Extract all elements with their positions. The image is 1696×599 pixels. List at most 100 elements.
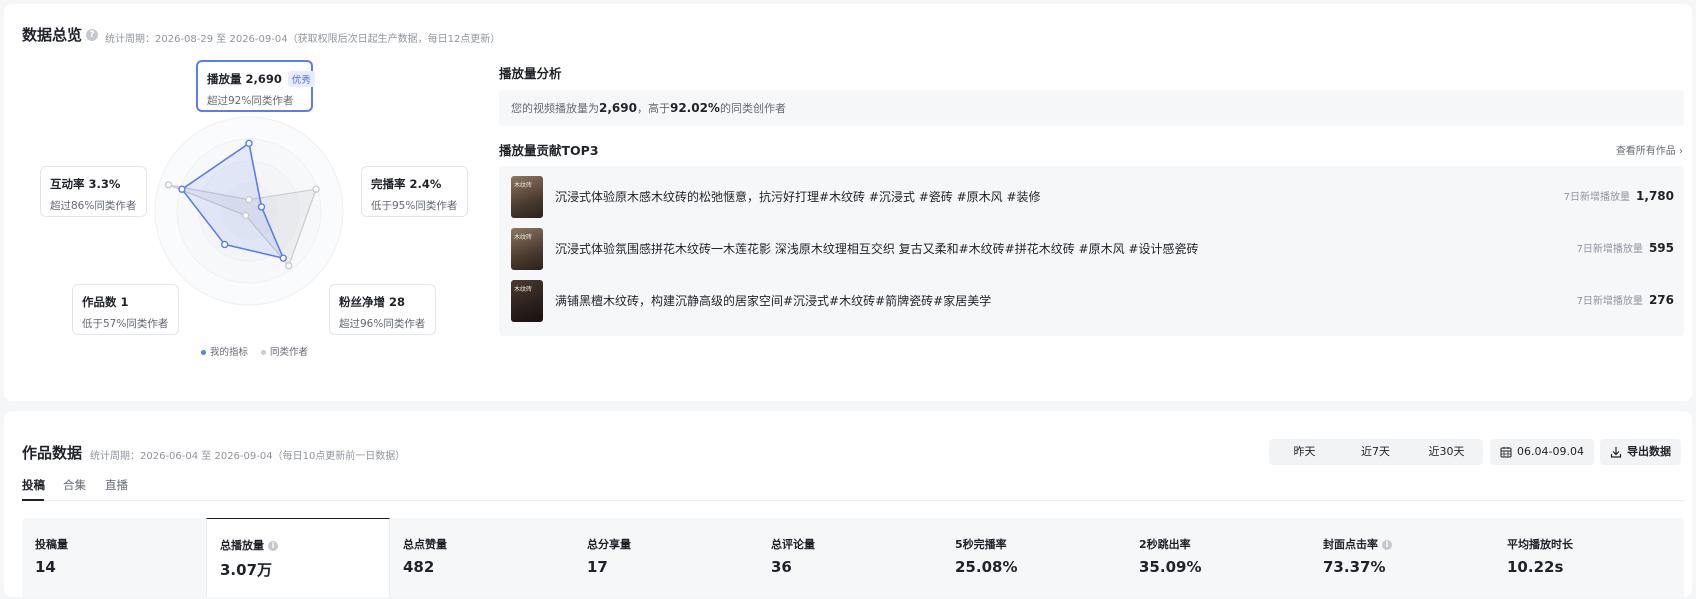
top3-list: 木纹砖 沉浸式体验原木感木纹砖的松弛惬意，抗污好打理#木纹砖 #沉浸式 #瓷砖 … <box>499 166 1684 336</box>
metric-5s-completion[interactable]: 5秒完播率 25.08% <box>942 518 1126 597</box>
metric-label: 平均播放时长 <box>1507 538 1573 551</box>
video-thumbnail: 木纹砖 <box>511 280 543 322</box>
analysis-summary: 您的视频播放量为2,690，高于92.02%的同类创作者 <box>499 90 1684 126</box>
range-yesterday[interactable]: 昨天 <box>1269 439 1340 465</box>
radar-legend: 我的指标 同类作者 <box>201 344 308 358</box>
export-button[interactable]: 导出数据 <box>1600 439 1681 465</box>
radar-my-point <box>257 203 266 211</box>
radar-peer-point <box>312 185 320 193</box>
fans-metric-title: 粉丝净增 28 <box>339 295 406 309</box>
metric-label: 投稿量 <box>35 538 68 551</box>
list-item[interactable]: 木纹砖 沉浸式体验氛围感拼花木纹砖一木莲花影 深浅原木纹理相互交织 复古又柔和#… <box>499 222 1684 272</box>
metric-total-comments[interactable]: 总评论量 36 <box>758 518 942 597</box>
metric-value: 3.07万 <box>220 561 273 579</box>
analysis-title: 播放量分析 <box>499 66 562 81</box>
works-title: 作品数据 <box>22 444 83 462</box>
legend-mine-label: 我的指标 <box>210 347 249 358</box>
metric-value: 10.22s <box>1507 558 1564 576</box>
analysis-text-post: 的同类创作者 <box>719 102 786 115</box>
stat-value: 595 <box>1648 241 1674 255</box>
list-item[interactable]: 木纹砖 满铺黑檀木纹砖，构建沉静高级的居家空间#沉浸式#木纹砖#箭牌瓷砖#家居美… <box>499 274 1684 324</box>
analysis-text-mid: ，高于 <box>636 102 670 115</box>
radar-my-point <box>220 240 229 249</box>
video-title: 满铺黑檀木纹砖，构建沉静高级的居家空间#沉浸式#木纹砖#箭牌瓷砖#家居美学 <box>555 294 992 308</box>
excellent-badge: 优秀 <box>287 71 315 87</box>
metric-box-interact[interactable]: 互动率 3.3% 超过86%同类作者 <box>40 166 147 217</box>
radar-peer-point <box>245 196 253 204</box>
works-metric-sub: 低于57%同类作者 <box>82 318 169 330</box>
legend-dot-peer <box>261 350 267 355</box>
metric-label: 总点赞量 <box>403 538 447 551</box>
metric-posts[interactable]: 投稿量 14 <box>22 518 206 597</box>
tab-live[interactable]: 直播 <box>105 477 128 493</box>
date-picker-button[interactable]: 06.04-09.04 <box>1490 439 1594 465</box>
play-metric-sub: 超过92%同类作者 <box>207 95 294 107</box>
stat-value: 276 <box>1648 293 1674 307</box>
fans-metric-sub: 超过96%同类作者 <box>339 318 426 330</box>
metric-box-play[interactable]: 播放量 2,690 优秀 超过92%同类作者 <box>196 60 315 112</box>
radar-peer-point <box>285 262 293 270</box>
overview-period: 统计周期：2026-08-29 至 2026-09-04（获取权限后次日起生产数… <box>105 34 501 45</box>
tabs-divider <box>22 500 1684 501</box>
play-metric-title: 播放量 2,690 <box>207 72 282 86</box>
metrics-row: 投稿量 14 总播放量 i 3.07万 总点赞量 482 总分享量 17 总评论量… <box>22 518 1684 597</box>
calendar-icon <box>1500 447 1512 458</box>
stat-value: 1,780 <box>1636 189 1674 203</box>
metric-value: 25.08% <box>955 558 1018 576</box>
metric-value: 17 <box>587 558 608 576</box>
video-stat: 7日新增播放量 276 <box>1577 292 1674 307</box>
works-card: 作品数据 统计周期：2026-06-04 至 2026-09-04（每日10点更… <box>4 411 1692 597</box>
overview-card: 数据总览 ? 统计周期：2026-08-29 至 2026-09-04（获取权限… <box>4 4 1692 401</box>
works-metric-title: 作品数 1 <box>82 295 129 309</box>
analysis-value: 2,690 <box>599 101 637 115</box>
metric-box-fans[interactable]: 粉丝净增 28 超过96%同类作者 <box>329 284 436 335</box>
radar-chart <box>154 116 344 306</box>
tab-collections[interactable]: 合集 <box>63 477 86 493</box>
legend-dot-mine <box>201 350 206 355</box>
radar-peer-point <box>164 181 173 189</box>
overview-title: 数据总览 <box>22 26 83 44</box>
download-icon <box>1610 447 1622 458</box>
stat-label: 7日新增播放量 <box>1576 296 1643 307</box>
video-thumbnail: 木纹砖 <box>511 228 543 270</box>
date-range-selector: 昨天 近7天 近30天 <box>1269 439 1483 465</box>
radar-my-point <box>178 185 186 193</box>
stat-label: 7日新增播放量 <box>1576 244 1643 255</box>
finish-metric-sub: 低于95%同类作者 <box>371 200 458 212</box>
works-period: 统计周期：2026-06-04 至 2026-09-04（每日10点更新前一日数… <box>90 451 406 462</box>
radar-my-point <box>279 254 287 262</box>
view-all-link[interactable]: 查看所有作品 › <box>1616 142 1683 157</box>
video-title: 沉浸式体验氛围感拼花木纹砖一木莲花影 深浅原木纹理相互交织 复古又柔和#木纹砖#… <box>555 242 1199 256</box>
help-icon[interactable]: ? <box>86 29 98 41</box>
tab-posts[interactable]: 投稿 <box>22 477 45 493</box>
video-stat: 7日新增播放量 595 <box>1577 240 1674 255</box>
video-title: 沉浸式体验原木感木纹砖的松弛惬意，抗污好打理#木纹砖 #沉浸式 #瓷砖 #原木风… <box>555 190 1041 204</box>
top3-title: 播放量贡献TOP3 <box>499 143 599 158</box>
metric-cover-ctr[interactable]: 封面点击率 i 73.37% <box>1310 518 1494 597</box>
export-label: 导出数据 <box>1627 445 1671 458</box>
info-icon[interactable]: i <box>268 541 278 551</box>
metric-avg-duration[interactable]: 平均播放时长 10.22s <box>1494 518 1678 597</box>
metric-total-likes[interactable]: 总点赞量 482 <box>390 518 574 597</box>
interact-metric-sub: 超过86%同类作者 <box>50 200 137 212</box>
metric-value: 14 <box>35 558 56 576</box>
interact-metric-title: 互动率 3.3% <box>50 177 121 191</box>
date-range-label: 06.04-09.04 <box>1517 445 1584 458</box>
range-7days[interactable]: 近7天 <box>1340 439 1411 465</box>
metric-label: 总播放量 <box>220 539 264 552</box>
info-icon[interactable]: i <box>1382 540 1392 550</box>
metric-total-shares[interactable]: 总分享量 17 <box>574 518 758 597</box>
range-30days[interactable]: 近30天 <box>1411 439 1482 465</box>
metric-total-plays[interactable]: 总播放量 i 3.07万 <box>206 518 390 597</box>
list-item[interactable]: 木纹砖 沉浸式体验原木感木纹砖的松弛惬意，抗污好打理#木纹砖 #沉浸式 #瓷砖 … <box>499 170 1684 220</box>
view-all-label: 查看所有作品 <box>1615 146 1676 157</box>
metric-box-finish[interactable]: 完播率 2.4% 低于95%同类作者 <box>361 166 468 217</box>
metric-box-works[interactable]: 作品数 1 低于57%同类作者 <box>72 284 179 335</box>
legend-peer-label: 同类作者 <box>270 347 309 358</box>
metric-value: 73.37% <box>1323 558 1386 576</box>
metric-label: 总分享量 <box>587 538 631 551</box>
active-tab-indicator <box>22 499 44 501</box>
radar-peer-point <box>241 211 250 220</box>
metric-2s-bounce[interactable]: 2秒跳出率 35.09% <box>1126 518 1310 597</box>
video-stat: 7日新增播放量 1,780 <box>1564 188 1674 203</box>
